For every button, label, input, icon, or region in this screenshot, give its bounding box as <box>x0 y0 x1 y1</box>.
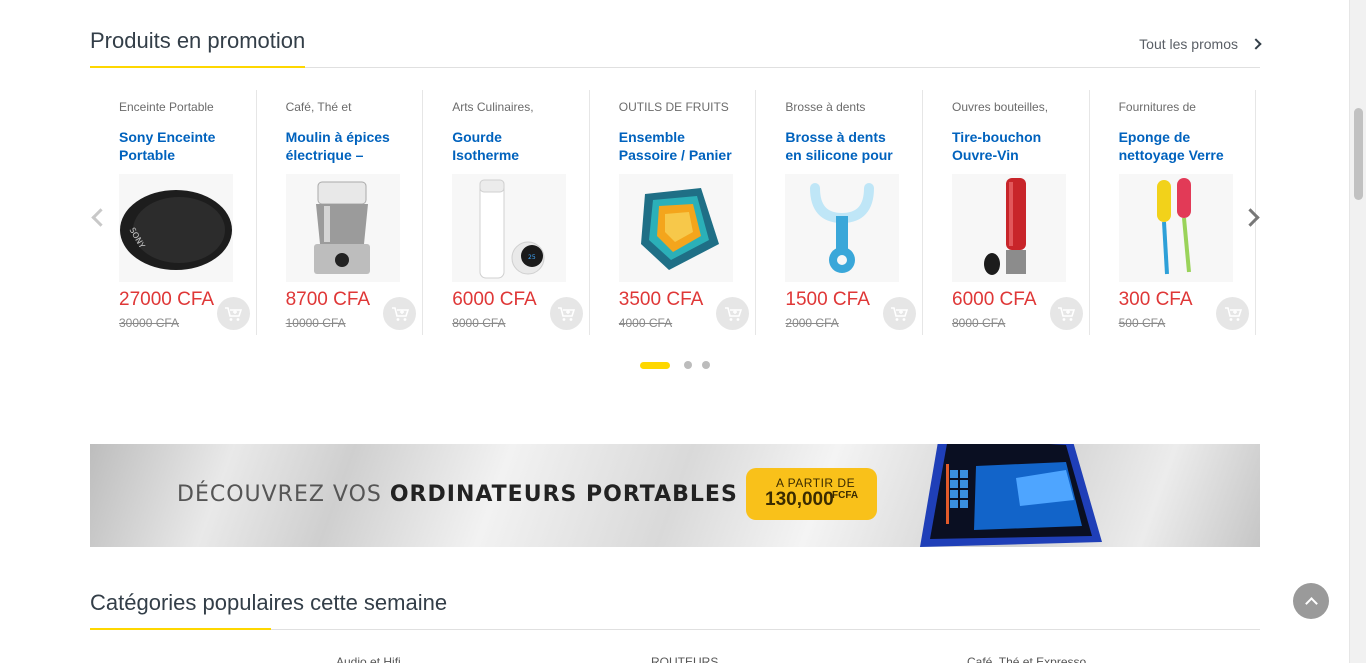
all-promos-label: Tout les promos <box>1139 36 1238 52</box>
speaker-icon[interactable]: SONY <box>119 174 233 282</box>
all-promos-link[interactable]: Tout les promos <box>1139 36 1262 52</box>
cart-plus-icon <box>1224 306 1242 321</box>
laptops-promo-banner[interactable]: DÉCOUVREZ VOS ORDINATEURS PORTABLES A PA… <box>90 444 1260 547</box>
add-to-cart-button[interactable] <box>1049 297 1083 330</box>
add-to-cart-button[interactable] <box>383 297 417 330</box>
badge-price: 130,000 <box>765 489 834 510</box>
popular-categories-title: Catégories populaires cette semaine <box>90 590 447 630</box>
popular-categories-header: Catégories populaires cette semaine <box>90 590 1260 630</box>
add-to-cart-button[interactable] <box>549 297 583 330</box>
product-name[interactable]: Tire-bouchon Ouvre-Vin <box>952 128 1070 164</box>
product-category[interactable]: Fournitures de <box>1119 100 1239 116</box>
product-card[interactable]: Ouvres bouteilles, Tire-bouchon Ouvre-Vi… <box>923 90 1090 335</box>
cart-plus-icon <box>1058 306 1076 321</box>
toothbrush-icon[interactable] <box>785 174 900 282</box>
cart-plus-icon <box>225 306 243 321</box>
bottle-icon[interactable]: 25 <box>452 174 567 282</box>
laptop-icon <box>920 444 1102 547</box>
product-card[interactable]: Enceinte Portable Sony Enceinte Portable… <box>90 90 257 335</box>
product-name[interactable]: Sony Enceinte Portable <box>119 128 237 164</box>
product-name[interactable]: Ensemble Passoire / Panier <box>619 128 737 164</box>
price-badge: A PARTIR DE 130,000 FCFA <box>746 468 877 520</box>
category-link[interactable]: Audio et Hifi <box>336 655 401 663</box>
back-to-top-button[interactable] <box>1293 583 1329 619</box>
chevron-right-icon <box>1250 38 1262 50</box>
cart-plus-icon <box>891 306 909 321</box>
product-name[interactable]: Moulin à épices électrique – <box>286 128 404 164</box>
svg-text:25: 25 <box>528 254 536 261</box>
scrollbar-thumb[interactable] <box>1354 108 1363 200</box>
add-to-cart-button[interactable] <box>1216 297 1250 330</box>
banner-headline-bold: ORDINATEURS PORTABLES <box>389 482 738 507</box>
cart-plus-icon <box>724 306 742 321</box>
product-category[interactable]: OUTILS DE FRUITS <box>619 100 739 116</box>
carousel-dot-1[interactable] <box>640 361 670 369</box>
product-category[interactable]: Arts Culinaires, <box>452 100 572 116</box>
product-card[interactable]: Brosse à dents Brosse à dents en silicon… <box>756 90 923 335</box>
badge-from-label: A PARTIR DE <box>776 476 856 490</box>
promo-section-title: Produits en promotion <box>90 28 306 68</box>
product-name[interactable]: Gourde Isotherme <box>452 128 570 164</box>
cart-plus-icon <box>391 306 409 321</box>
badge-currency: FCFA <box>832 490 859 501</box>
grinder-icon[interactable] <box>285 174 400 282</box>
page-scrollbar[interactable] <box>1349 0 1366 663</box>
product-name[interactable]: Eponge de nettoyage Verre <box>1119 128 1237 164</box>
product-category[interactable]: Brosse à dents <box>785 100 905 116</box>
promo-section-header: Produits en promotion Tout les promos <box>90 28 1262 68</box>
product-card[interactable]: OUTILS DE FRUITS Ensemble Passoire / Pan… <box>590 90 757 335</box>
product-category[interactable]: Café, Thé et <box>286 100 406 116</box>
corkscrew-icon[interactable] <box>952 174 1066 282</box>
sponge-brush-icon[interactable] <box>1118 174 1233 282</box>
carousel-dot-3[interactable] <box>702 361 710 369</box>
product-category[interactable]: Enceinte Portable <box>119 100 239 116</box>
category-link[interactable]: Café, Thé et Expresso <box>967 655 1086 663</box>
add-to-cart-button[interactable] <box>216 297 250 330</box>
carousel-pagination <box>640 361 710 369</box>
add-to-cart-button[interactable] <box>882 297 916 330</box>
category-link[interactable]: ROUTEURS <box>651 655 718 663</box>
colander-icon[interactable] <box>618 174 733 282</box>
product-category[interactable]: Ouvres bouteilles, <box>952 100 1072 116</box>
banner-headline-light: DÉCOUVREZ VOS <box>177 482 390 507</box>
banner-headline: DÉCOUVREZ VOS ORDINATEURS PORTABLES <box>177 482 738 507</box>
cart-plus-icon <box>558 306 576 321</box>
promo-product-carousel: Enceinte Portable Sony Enceinte Portable… <box>90 90 1260 340</box>
product-card[interactable]: Arts Culinaires, Gourde Isotherme 25 600… <box>423 90 590 335</box>
product-name[interactable]: Brosse à dents en silicone pour <box>785 128 903 164</box>
carousel-next-arrow[interactable] <box>1244 208 1260 224</box>
product-card[interactable]: Fournitures de Eponge de nettoyage Verre… <box>1090 90 1257 335</box>
product-card[interactable]: Café, Thé et Moulin à épices électrique … <box>257 90 424 335</box>
carousel-dot-2[interactable] <box>684 361 692 369</box>
